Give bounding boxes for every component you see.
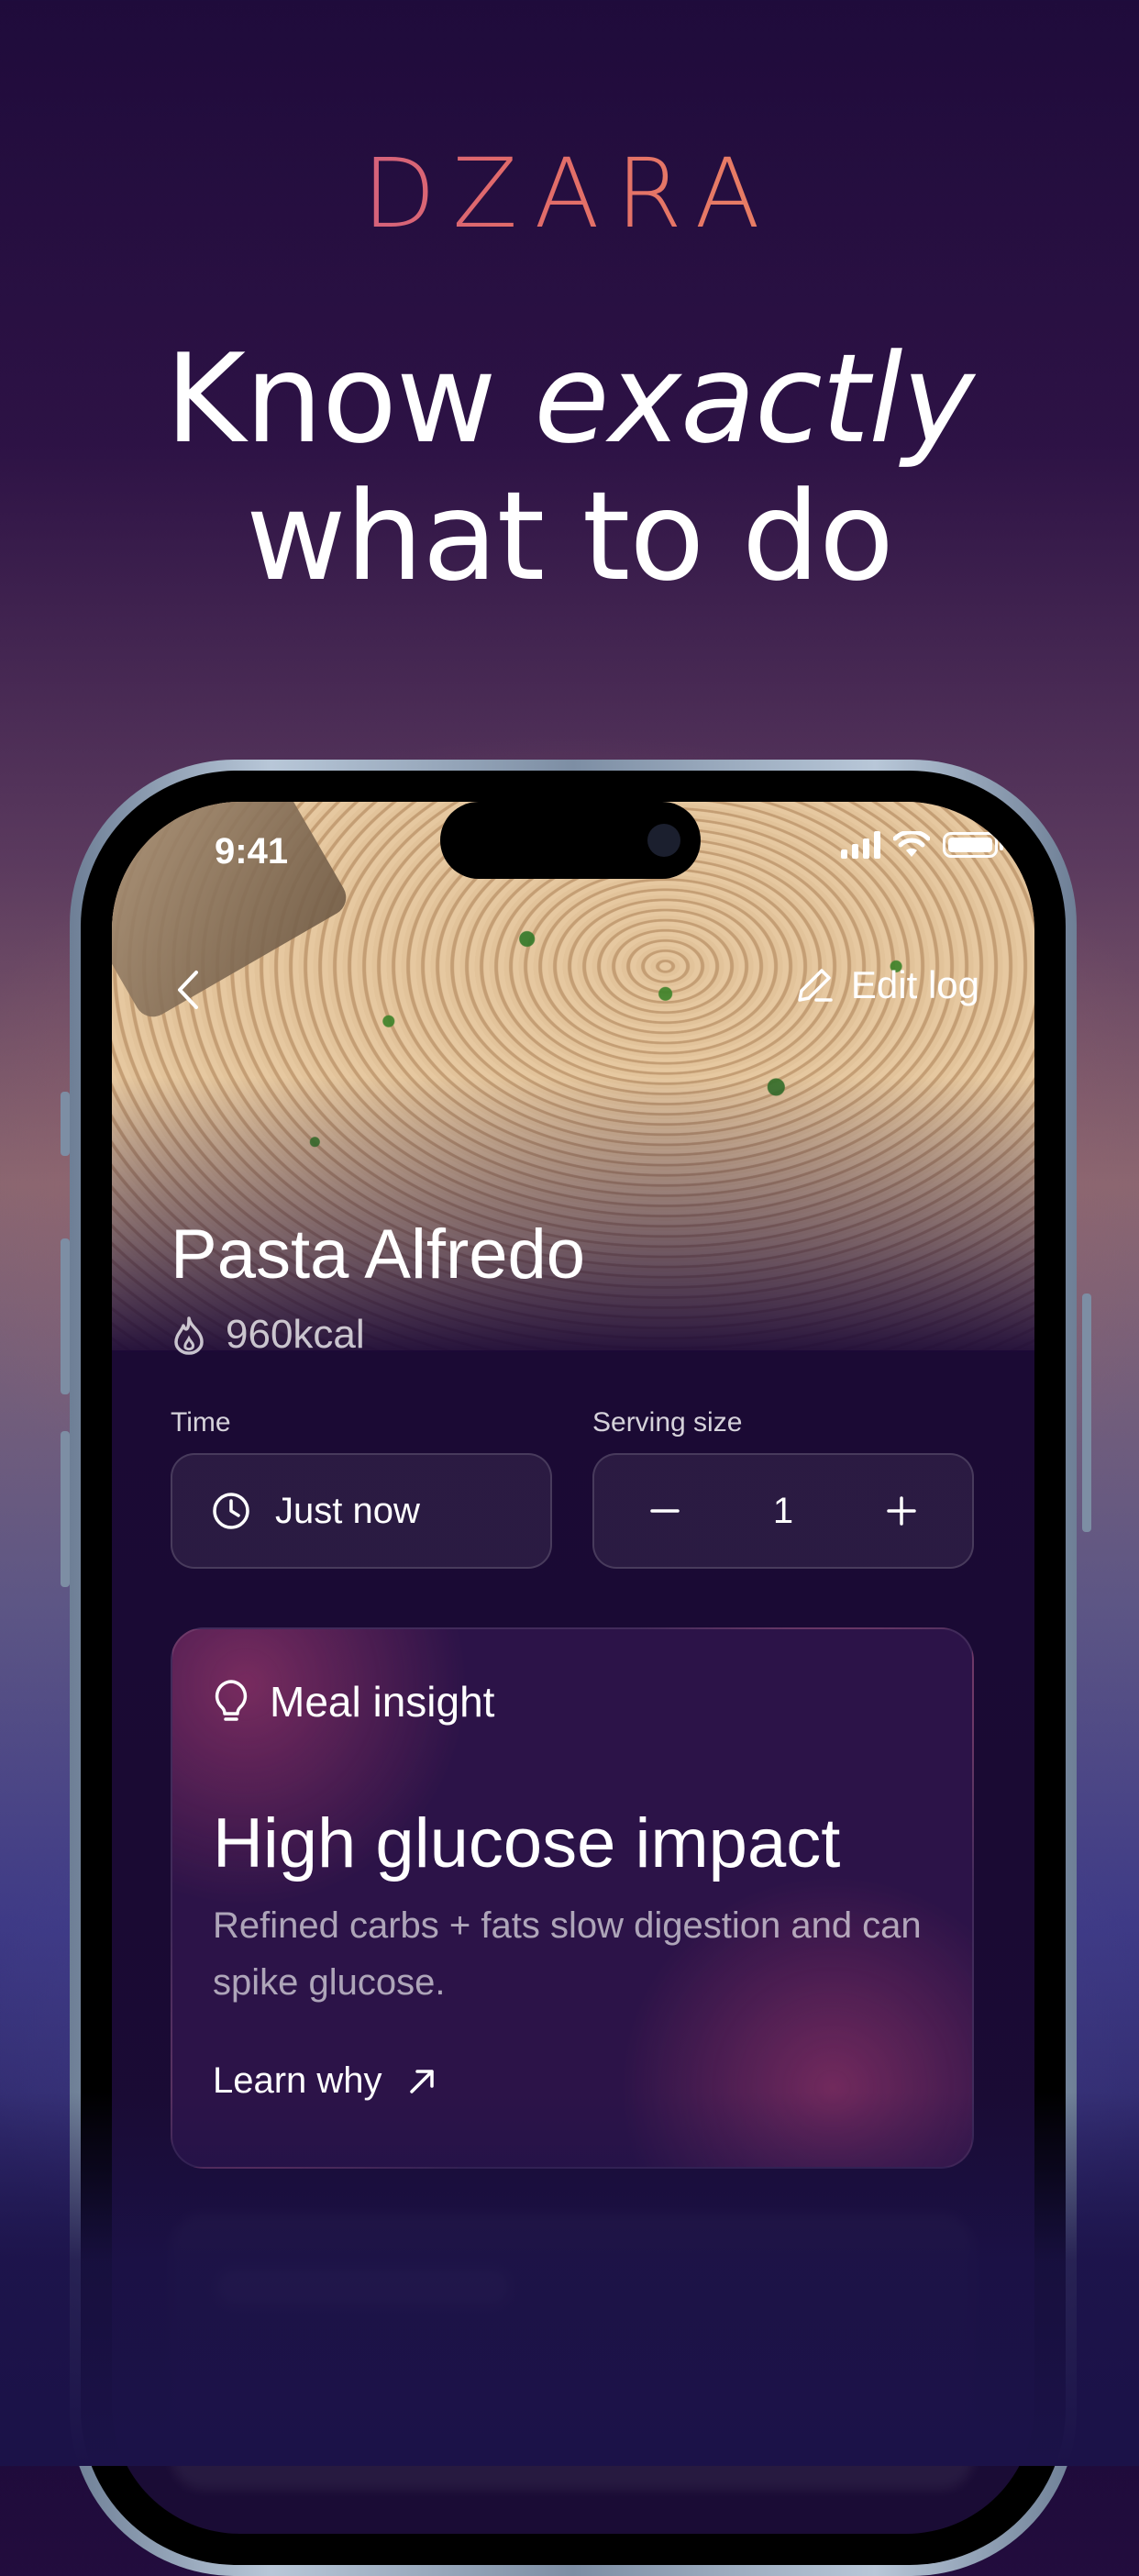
insight-header: Meal insight [213, 1677, 494, 1727]
minus-icon [650, 1509, 680, 1513]
headline-part2: exactly [534, 328, 975, 471]
pencil-icon [798, 969, 833, 1002]
signal-icon [841, 831, 880, 859]
meal-insight-card: Meal insight High glucose impact Refined… [171, 1627, 974, 2169]
power-button [1082, 1294, 1091, 1532]
increase-button[interactable] [879, 1488, 924, 1534]
volume-down-button [61, 1431, 70, 1587]
clock-icon [213, 1493, 249, 1529]
action-button [61, 1092, 70, 1156]
wifi-icon [893, 831, 930, 857]
status-time: 9:41 [215, 831, 289, 872]
calories-value: 960kcal [226, 1312, 365, 1357]
dynamic-island [440, 802, 701, 879]
brand-logo: DZARA [0, 138, 1139, 250]
time-label: Time [171, 1407, 231, 1438]
insight-body: Refined carbs + fats slow digestion and … [213, 1905, 922, 2003]
insight-header-label: Meal insight [270, 1678, 495, 1726]
flame-icon [174, 1316, 204, 1355]
bottom-fade [0, 2092, 1139, 2466]
camera-icon [647, 824, 680, 857]
back-button[interactable] [167, 967, 213, 1013]
volume-up-button [61, 1238, 70, 1394]
time-selector[interactable]: Just now [171, 1453, 552, 1569]
serving-stepper: 1 [592, 1453, 974, 1569]
headline: Know exactly what to do [0, 330, 1139, 605]
battery-icon [943, 832, 1003, 858]
status-icons [841, 831, 1003, 859]
insight-title: High glucose impact [213, 1804, 841, 1882]
headline-part3: what to do [246, 465, 894, 608]
meal-title: Pasta Alfredo [171, 1216, 586, 1294]
time-value: Just now [275, 1490, 420, 1531]
calories-row: 960kcal [171, 1312, 365, 1358]
serving-label: Serving size [592, 1407, 743, 1438]
plus-icon [887, 1496, 916, 1526]
lightbulb-icon [215, 1680, 248, 1721]
chevron-left-icon [178, 971, 198, 1009]
serving-value: 1 [772, 1490, 794, 1531]
edit-log-label: Edit log [850, 963, 979, 1006]
decrease-button[interactable] [642, 1488, 688, 1534]
headline-part1: Know [165, 328, 496, 471]
edit-log-button[interactable]: Edit log [794, 963, 979, 1007]
